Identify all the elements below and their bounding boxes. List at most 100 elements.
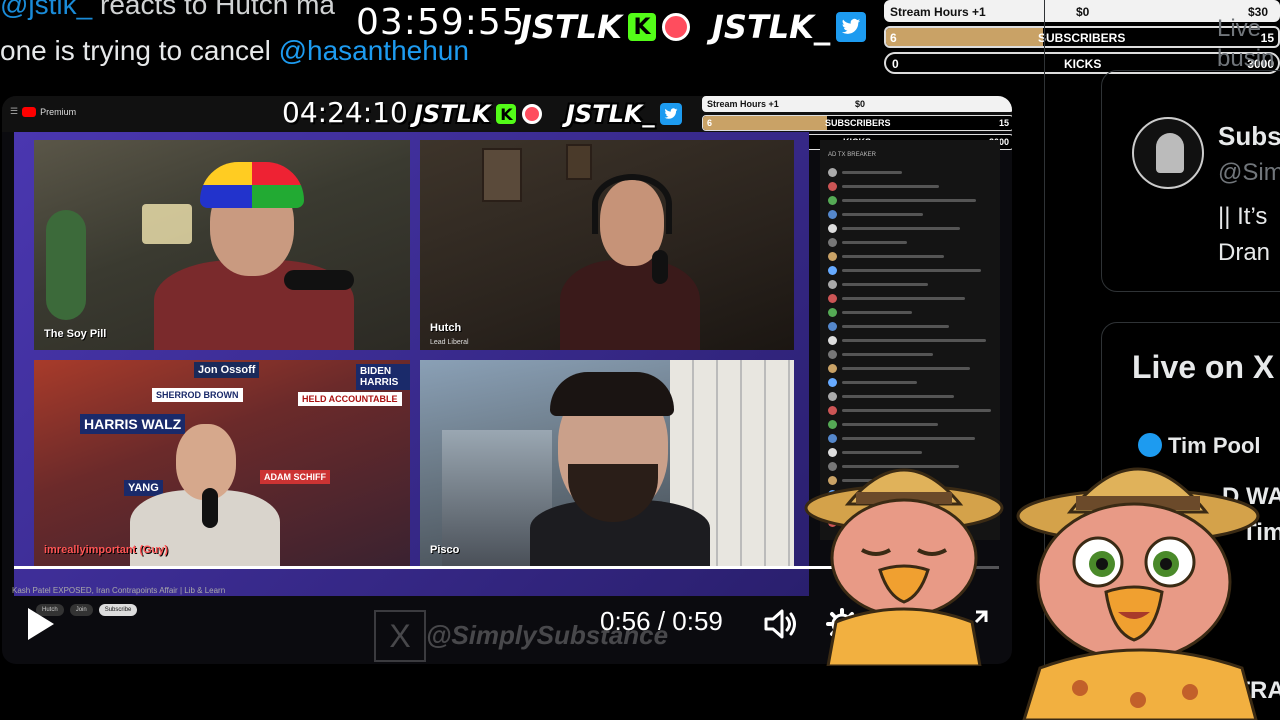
chat-message bbox=[828, 280, 988, 290]
inner-overlay-timer: 04:24:10 bbox=[282, 96, 408, 129]
chat-message-text bbox=[842, 409, 991, 412]
chat-message-text bbox=[842, 325, 949, 328]
play-button[interactable] bbox=[22, 604, 58, 644]
poster-schiff: ADAM SCHIFF bbox=[260, 470, 330, 484]
profile-bio-line1: || It’s bbox=[1218, 203, 1268, 230]
microphone bbox=[202, 488, 218, 528]
chat-message bbox=[828, 378, 988, 388]
chat-message bbox=[828, 182, 988, 192]
mascot-sleeping-icon bbox=[804, 468, 1004, 666]
inner-subscribers-row: 6 SUBSCRIBERS 15 bbox=[702, 115, 1012, 131]
poster-accountable: HELD ACCOUNTABLE bbox=[298, 392, 402, 406]
chat-avatar bbox=[828, 406, 837, 415]
sidebar-top-text: Live busin bbox=[1217, 14, 1274, 74]
mascot-smiling-icon bbox=[1016, 467, 1260, 720]
chat-message bbox=[828, 336, 988, 346]
inner-brand-name: JSTLK bbox=[414, 100, 491, 128]
chat-message bbox=[828, 224, 988, 234]
x-logo-watermark: X bbox=[374, 610, 426, 662]
chat-message bbox=[828, 266, 988, 276]
brand-name: JSTLK bbox=[520, 8, 622, 46]
chat-avatar bbox=[828, 434, 837, 443]
chat-message-text bbox=[842, 395, 954, 398]
inner-twitter-bird-icon bbox=[660, 103, 683, 125]
tweet-mention-jstlk[interactable]: @jstlk_ bbox=[0, 0, 92, 20]
cam-pisco: Pisco bbox=[420, 360, 794, 566]
brand-twitter-name: JSTLK_ bbox=[712, 8, 830, 46]
chat-message bbox=[828, 294, 988, 304]
chat-message bbox=[828, 350, 988, 360]
inner-subscribers-label: SUBSCRIBERS bbox=[825, 118, 891, 128]
subscribers-count: 6 bbox=[890, 31, 897, 45]
chat-avatar bbox=[828, 392, 837, 401]
chat-avatar bbox=[828, 182, 837, 191]
wall-frame bbox=[482, 148, 522, 202]
microphone bbox=[652, 250, 668, 284]
profile-name[interactable]: Subs bbox=[1218, 121, 1280, 152]
chat-message-text bbox=[842, 353, 933, 356]
chat-message-text bbox=[842, 213, 923, 216]
chat-message bbox=[828, 210, 988, 220]
chat-avatar bbox=[828, 210, 837, 219]
inner-subscribers-goal: 15 bbox=[998, 118, 1009, 128]
chat-message-text bbox=[842, 283, 928, 286]
chat-message-text bbox=[842, 199, 976, 202]
chat-message bbox=[828, 420, 988, 430]
twitter-bird-icon bbox=[835, 12, 866, 42]
chat-avatar bbox=[828, 168, 837, 177]
chat-message-text bbox=[842, 171, 902, 174]
stream-hours-label: Stream Hours +1 bbox=[890, 5, 986, 19]
inner-jstlk-kick-logo: JSTLK K bbox=[414, 100, 543, 128]
chat-message-text bbox=[842, 367, 970, 370]
live-on-x-title: Live on X bbox=[1132, 349, 1275, 385]
chat-avatar bbox=[828, 294, 837, 303]
volume-icon bbox=[764, 609, 796, 639]
chat-message bbox=[828, 364, 988, 374]
chat-avatar bbox=[828, 266, 837, 275]
chat-message-text bbox=[842, 241, 907, 244]
profile-handle[interactable]: @Sim bbox=[1218, 159, 1280, 187]
chat-avatar bbox=[828, 224, 837, 233]
cam-label-guy: imreallyimportant (Guy) bbox=[44, 544, 169, 556]
youtube-play-icon bbox=[22, 106, 37, 117]
chat-message-text bbox=[842, 381, 917, 384]
profile-card[interactable]: Subs @Sim || It’s Dran bbox=[1101, 70, 1280, 292]
youtube-brand-text: Premium bbox=[40, 106, 77, 117]
lamp-shade bbox=[142, 204, 192, 244]
chat-message-text bbox=[842, 269, 981, 272]
volume-button[interactable] bbox=[760, 604, 800, 644]
overlay-timer: 03:59:55 bbox=[356, 2, 526, 43]
inner-video-title: Kash Patel EXPOSED, Iran Contrapoints Af… bbox=[12, 586, 226, 595]
play-icon bbox=[28, 608, 54, 640]
pickle-plush bbox=[46, 210, 86, 320]
poster-brown: SHERROD BROWN bbox=[152, 388, 243, 402]
time-display: 0:56 / 0:59 bbox=[600, 606, 723, 637]
inner-stream-hours-value: $0 bbox=[855, 99, 866, 109]
chat-message-text bbox=[842, 185, 939, 188]
chat-message-text bbox=[842, 339, 986, 342]
inner-subscribers-count: 6 bbox=[707, 118, 713, 128]
wall-frame-small bbox=[566, 144, 592, 180]
kicks-count: 0 bbox=[892, 57, 899, 71]
chat-avatar bbox=[828, 336, 837, 345]
inner-jstlk-twitter-logo: JSTLK_ bbox=[566, 100, 683, 128]
chat-message bbox=[828, 252, 988, 262]
tweet-text-line1: @jstlk_ reacts to Hutch ma bbox=[0, 0, 335, 22]
person-hair bbox=[550, 372, 674, 416]
inner-record-icon bbox=[522, 104, 543, 124]
chat-message bbox=[828, 238, 988, 248]
chat-avatar bbox=[828, 378, 837, 387]
poster-yang: YANG bbox=[124, 480, 163, 496]
avatar[interactable] bbox=[1132, 117, 1204, 189]
record-icon bbox=[661, 13, 690, 41]
menu-icon: ☰ bbox=[10, 106, 19, 116]
subscribers-progress-fill bbox=[886, 28, 1043, 46]
microphone bbox=[284, 270, 354, 290]
chat-avatar bbox=[828, 252, 837, 261]
poster-ossoff: Jon Ossoff bbox=[194, 362, 260, 378]
chat-message-text bbox=[842, 311, 912, 314]
chat-header: AD TX BREAKER bbox=[828, 152, 876, 158]
inner-kick-icon: K bbox=[496, 104, 517, 124]
jstlk-twitter-logo: JSTLK_ bbox=[712, 8, 866, 46]
inner-stream-hours-label: Stream Hours +1 bbox=[707, 99, 779, 109]
